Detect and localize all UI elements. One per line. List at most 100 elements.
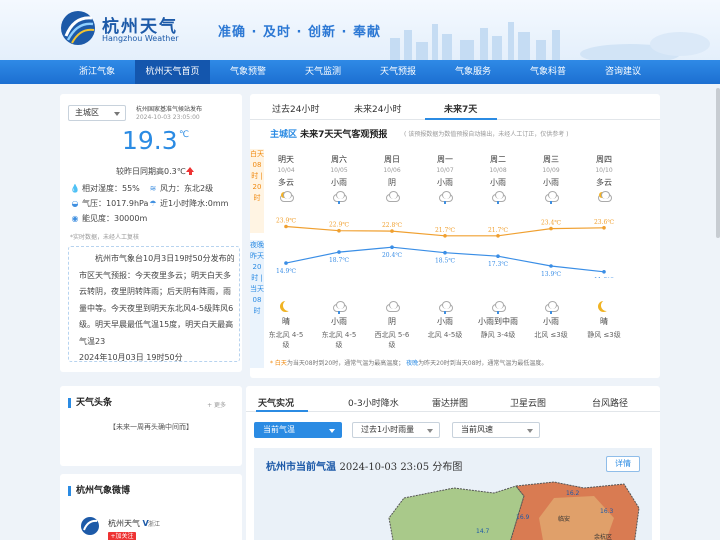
low-temp-label: 11.9℃ — [594, 277, 614, 278]
forecast-day-column: 明天 10/04 多云 — [266, 154, 306, 203]
date-label: 10/04 — [277, 167, 295, 174]
rain-reading: ☂ 近1小时降水:0mm — [149, 199, 229, 208]
forecast-title: 主城区 未来7天天气客观预报 — [270, 130, 388, 140]
tab-next-7-days[interactable]: 未来7天 — [444, 102, 477, 115]
wind-icon: ≋ — [149, 184, 157, 193]
wind-label: 北风 ≤3级 — [534, 331, 568, 339]
data-note: *实时数据，未经人工复核 — [70, 234, 140, 241]
logo-icon — [61, 11, 95, 45]
low-temp-label: 14.9℃ — [276, 268, 296, 275]
temperature-unit: ℃ — [179, 130, 190, 140]
nav-item-science[interactable]: 气象科普 — [512, 60, 584, 84]
current-conditions-panel: 主城区 杭州国家基准气候站发布 2024-10-03 23:05:00 19.3… — [60, 94, 242, 372]
nav-item-warnings[interactable]: 气象预警 — [212, 60, 284, 84]
forecast-day-column: 周一 10/07 小雨 — [425, 154, 465, 204]
high-temp-label: 23.6℃ — [594, 219, 614, 226]
weekday-label: 周二 — [490, 155, 506, 164]
headlines-title: 天气头条 — [68, 398, 112, 408]
headlines-more-link[interactable]: + 更多 — [207, 400, 226, 409]
current-temperature-select[interactable]: 当前气温 — [254, 422, 342, 438]
page-scrollbar[interactable] — [716, 88, 720, 238]
weibo-account-name[interactable]: 杭州天气 V — [108, 518, 149, 529]
low-temp-point — [390, 245, 394, 249]
nav-item-monitoring[interactable]: 天气监测 — [287, 60, 359, 84]
high-temp-point — [496, 234, 500, 238]
map-title: 杭州市当前气温 2024-10-03 23:05 分布图 — [266, 462, 463, 473]
station-value: 14.7 — [476, 528, 490, 535]
wind-label: 北风 4-5级 — [427, 331, 463, 339]
low-temp-point — [602, 270, 606, 274]
pressure-reading: ◒ 气压：1017.9hPa — [71, 199, 149, 208]
low-temp-point — [549, 264, 553, 268]
hourly-rain-select[interactable]: 过去1小时雨量 — [352, 422, 440, 438]
forecast-legend: * 白天为当天08时到20时，通常气温为最高温度； 夜晚为昨天20时到当天08时… — [270, 360, 548, 367]
headline-item[interactable]: 【未来一周再头确中间而】 — [60, 422, 242, 432]
high-temp-point — [390, 229, 394, 233]
forecast-night-column: 小雨 北风 4-5级 — [425, 298, 465, 340]
day-weather-label: 多云 — [596, 178, 612, 187]
tab-0-3h-precip[interactable]: 0-3小时降水 — [348, 396, 399, 409]
follow-button[interactable]: +加关注 — [108, 532, 136, 540]
low-temp-point — [337, 250, 341, 254]
nav-item-feedback[interactable]: 咨询建议 — [587, 60, 659, 84]
high-temp-label: 23.4℃ — [541, 220, 561, 227]
night-weather-label: 阴 — [388, 317, 396, 326]
light-rain-icon — [437, 191, 453, 204]
high-temp-label: 23.9℃ — [276, 218, 296, 225]
tab-live-weather[interactable]: 天气实况 — [258, 396, 294, 409]
daytime-label: 白天 08时 | 20时 — [250, 149, 264, 233]
day-weather-label: 小雨 — [331, 178, 347, 187]
date-label: 10/10 — [595, 167, 613, 174]
forecast-night-column: 晴东北风 4-5级 — [266, 298, 306, 350]
night-weather-label: 小雨 — [543, 317, 559, 326]
wind-reading: ≋ 风力：东北2级 — [149, 184, 214, 193]
light-rain-icon — [437, 301, 453, 314]
weather-headlines-panel: 天气头条 + 更多 【未来一周再头确中间而】 — [60, 386, 242, 466]
tab-typhoon-track[interactable]: 台风路径 — [592, 396, 628, 409]
rain-icon: ☂ — [149, 199, 157, 208]
nav-item-zhejiang-weather[interactable]: 浙江气象 — [62, 60, 132, 84]
tab-satellite[interactable]: 卫星云图 — [510, 396, 546, 409]
forecast-night-column: 晴静风 ≤3级 — [584, 298, 624, 340]
high-temp-point — [337, 228, 341, 233]
night-weather-label: 晴 — [600, 317, 608, 326]
wind-label: 东北风 4-5级 — [321, 331, 357, 349]
date-label: 10/07 — [436, 167, 454, 174]
tab-past-24h[interactable]: 过去24小时 — [272, 102, 319, 115]
overcast-icon — [384, 191, 400, 202]
nav-item-home[interactable]: 杭州天气首页 — [135, 60, 210, 84]
day-weather-label: 小雨 — [437, 178, 453, 187]
light-rain-icon — [490, 191, 506, 204]
nav-item-services[interactable]: 气象服务 — [437, 60, 509, 84]
low-temp-point — [443, 250, 447, 255]
visibility-reading: ◉ 能见度：30000m — [71, 214, 148, 223]
nighttime-label: 夜晚 昨天20时 | 当天08时 — [250, 240, 264, 368]
forecast-day-column: 周四 10/10 多云 — [584, 154, 624, 203]
weekday-label: 周四 — [596, 155, 612, 164]
forecast-subtitle: ( 该预报数据为数值预报自动输出，未经人工订正，仅供参考 ) — [404, 131, 569, 138]
weibo-panel: 杭州气象微博 杭州天气 V 浙江 +加关注 — [60, 474, 242, 540]
tab-radar[interactable]: 雷达拼图 — [432, 396, 468, 409]
place-label: 余杭区 — [594, 534, 613, 540]
station-value: 16.3 — [600, 508, 614, 515]
low-temp-label: 20.4℃ — [382, 252, 402, 259]
moon-icon — [283, 300, 294, 311]
wind-speed-select[interactable]: 当前风速 — [452, 422, 540, 438]
high-temp-point — [602, 226, 606, 230]
wind-label: 静风 3-4级 — [480, 331, 516, 339]
map-detail-button[interactable]: 详情 — [606, 456, 640, 472]
nav-item-forecast[interactable]: 天气预报 — [362, 60, 434, 84]
map-active-tab-indicator — [256, 410, 308, 412]
tab-next-24h[interactable]: 未来24小时 — [354, 102, 401, 115]
high-temp-point — [549, 226, 553, 231]
temperature-map[interactable]: 杭州市当前气温 2024-10-03 23:05 分布图 详情 16.2 16.… — [254, 448, 652, 540]
district-select[interactable]: 主城区 — [68, 105, 126, 121]
slogan: 准确 · 及时 · 创新 · 奉献 — [218, 25, 381, 40]
day-weather-label: 小雨 — [490, 178, 506, 187]
forecast-day-column: 周二 10/08 小雨 — [478, 154, 518, 204]
date-label: 10/06 — [383, 167, 401, 174]
station-source: 杭州国家基准气候站发布 — [136, 106, 203, 113]
header: 杭州天气 Hangzhou Weather 准确 · 及时 · 创新 · 奉献 — [0, 0, 720, 60]
day-weather-label: 多云 — [278, 178, 294, 187]
main-nav: 浙江气象 杭州天气首页 气象预警 天气监测 天气预报 气象服务 气象科普 咨询建… — [0, 60, 720, 84]
